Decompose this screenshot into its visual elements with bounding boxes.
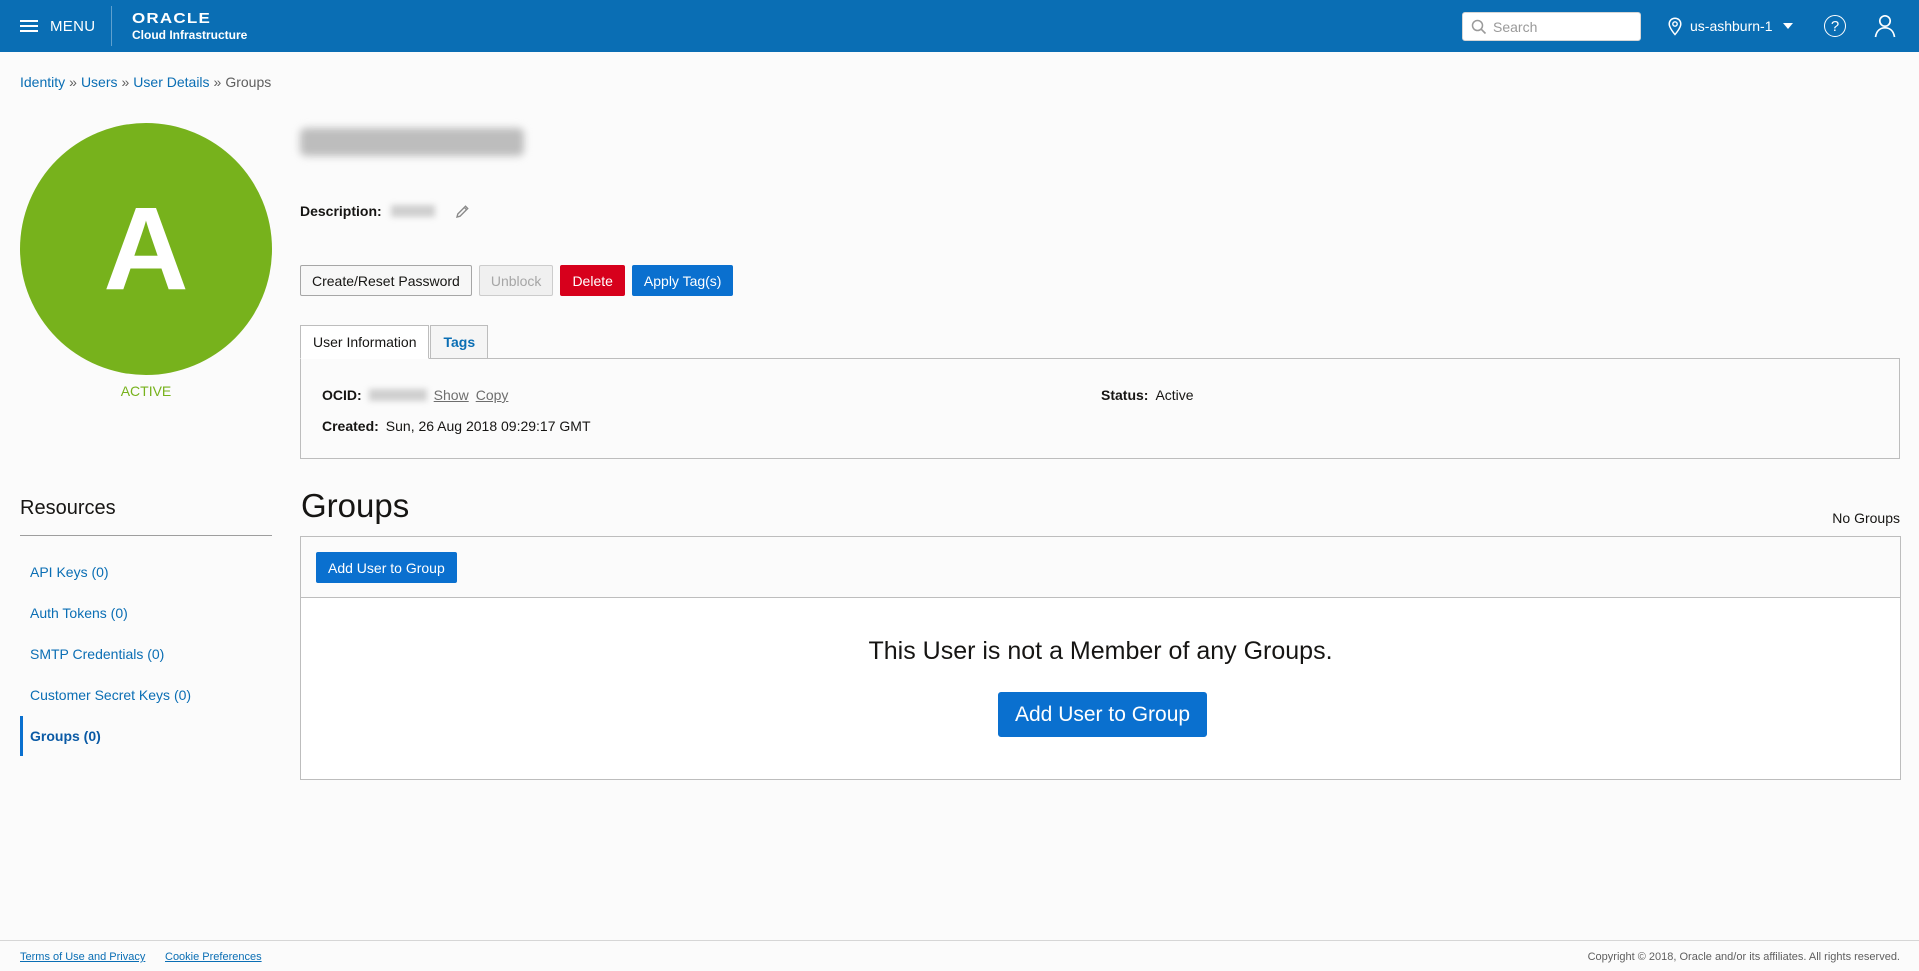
topbar-divider	[111, 6, 112, 46]
logo-wordmark: ORACLE	[132, 10, 211, 27]
copyright-text: Copyright © 2018, Oracle and/or its affi…	[1587, 951, 1900, 963]
add-user-to-group-button[interactable]: Add User to Group	[316, 552, 457, 583]
description-row: Description:	[300, 203, 470, 219]
oracle-logo[interactable]: ORACLE Cloud Infrastructure	[132, 11, 247, 41]
breadcrumb-separator: »	[69, 74, 77, 90]
help-icon[interactable]: ?	[1824, 15, 1846, 37]
ocid-copy-link[interactable]: Copy	[476, 387, 509, 403]
menu-button[interactable]: MENU	[20, 0, 95, 52]
description-label: Description:	[300, 203, 382, 219]
created-label: Created:	[322, 418, 379, 434]
tab-user-information[interactable]: User Information	[300, 325, 430, 359]
ocid-value-redacted	[368, 389, 427, 401]
user-profile-icon[interactable]	[1874, 14, 1896, 42]
search-input[interactable]	[1493, 18, 1633, 35]
user-information-panel: OCID: Show Copy Created: Sun, 26 Aug 201…	[300, 358, 1900, 459]
unblock-button[interactable]: Unblock	[478, 265, 554, 296]
logo-subtitle: Cloud Infrastructure	[132, 28, 248, 42]
created-row: Created: Sun, 26 Aug 2018 09:29:17 GMT	[322, 418, 591, 434]
groups-table: Add User to Group This User is not a Mem…	[300, 536, 1901, 780]
delete-button[interactable]: Delete	[560, 265, 625, 296]
search-box[interactable]	[1462, 12, 1641, 41]
status-row: Status: Active	[1101, 387, 1194, 403]
breadcrumb-users[interactable]: Users	[81, 74, 118, 90]
description-value-redacted	[390, 205, 435, 217]
resources-title: Resources	[20, 497, 116, 519]
groups-count: No Groups	[1832, 510, 1900, 526]
location-pin-icon	[1668, 16, 1682, 36]
breadcrumb-separator: »	[213, 74, 222, 90]
user-name-redacted	[300, 128, 524, 156]
detail-tabs: User Information Tags	[300, 325, 489, 359]
breadcrumb-current: Groups	[225, 74, 272, 90]
resource-auth-tokens[interactable]: Auth Tokens (0)	[20, 593, 272, 633]
resources-divider	[20, 535, 272, 536]
region-selector[interactable]: us-ashburn-1	[1668, 0, 1793, 52]
resource-groups[interactable]: Groups (0)	[20, 716, 272, 756]
breadcrumb-separator: »	[121, 74, 130, 90]
breadcrumb-identity[interactable]: Identity	[20, 74, 65, 90]
status-value: Active	[1155, 387, 1194, 403]
search-icon	[1471, 19, 1487, 34]
groups-title: Groups	[301, 487, 410, 524]
avatar-letter: A	[103, 183, 189, 315]
user-actions-toolbar: Create/Reset Password Unblock Delete App…	[300, 265, 740, 296]
resource-smtp-credentials[interactable]: SMTP Credentials (0)	[20, 634, 272, 674]
add-user-to-group-empty-button[interactable]: Add User to Group	[998, 692, 1208, 737]
pencil-icon[interactable]	[455, 204, 470, 219]
top-navigation-bar: MENU ORACLE Cloud Infrastructure us-ashb…	[0, 0, 1919, 52]
menu-icon	[20, 19, 38, 33]
ocid-show-link[interactable]: Show	[434, 387, 469, 403]
tab-tags[interactable]: Tags	[430, 325, 489, 359]
status-label: Status:	[1101, 387, 1149, 403]
menu-label: MENU	[50, 17, 96, 35]
groups-empty-message: This User is not a Member of any Groups.	[868, 637, 1333, 665]
breadcrumb-user-details[interactable]: User Details	[133, 74, 209, 90]
groups-table-toolbar: Add User to Group	[301, 537, 1900, 598]
region-label: us-ashburn-1	[1690, 18, 1773, 34]
resource-customer-secret-keys[interactable]: Customer Secret Keys (0)	[20, 675, 272, 715]
avatar-status-label: ACTIVE	[120, 383, 172, 399]
create-reset-password-button[interactable]: Create/Reset Password	[300, 265, 472, 296]
help-glyph: ?	[1830, 17, 1840, 35]
terms-link[interactable]: Terms of Use and Privacy	[20, 951, 145, 963]
user-avatar: A	[20, 123, 272, 375]
created-value: Sun, 26 Aug 2018 09:29:17 GMT	[385, 418, 591, 434]
resource-api-keys[interactable]: API Keys (0)	[20, 552, 272, 592]
ocid-row: OCID: Show Copy	[322, 387, 508, 403]
ocid-label: OCID:	[322, 387, 362, 403]
apply-tags-button[interactable]: Apply Tag(s)	[631, 265, 734, 296]
page-footer: Terms of Use and Privacy Cookie Preferen…	[0, 940, 1919, 971]
chevron-down-icon	[1782, 23, 1793, 29]
cookie-preferences-link[interactable]: Cookie Preferences	[165, 951, 262, 963]
breadcrumb: Identity» Users» User Details» Groups	[20, 74, 271, 90]
